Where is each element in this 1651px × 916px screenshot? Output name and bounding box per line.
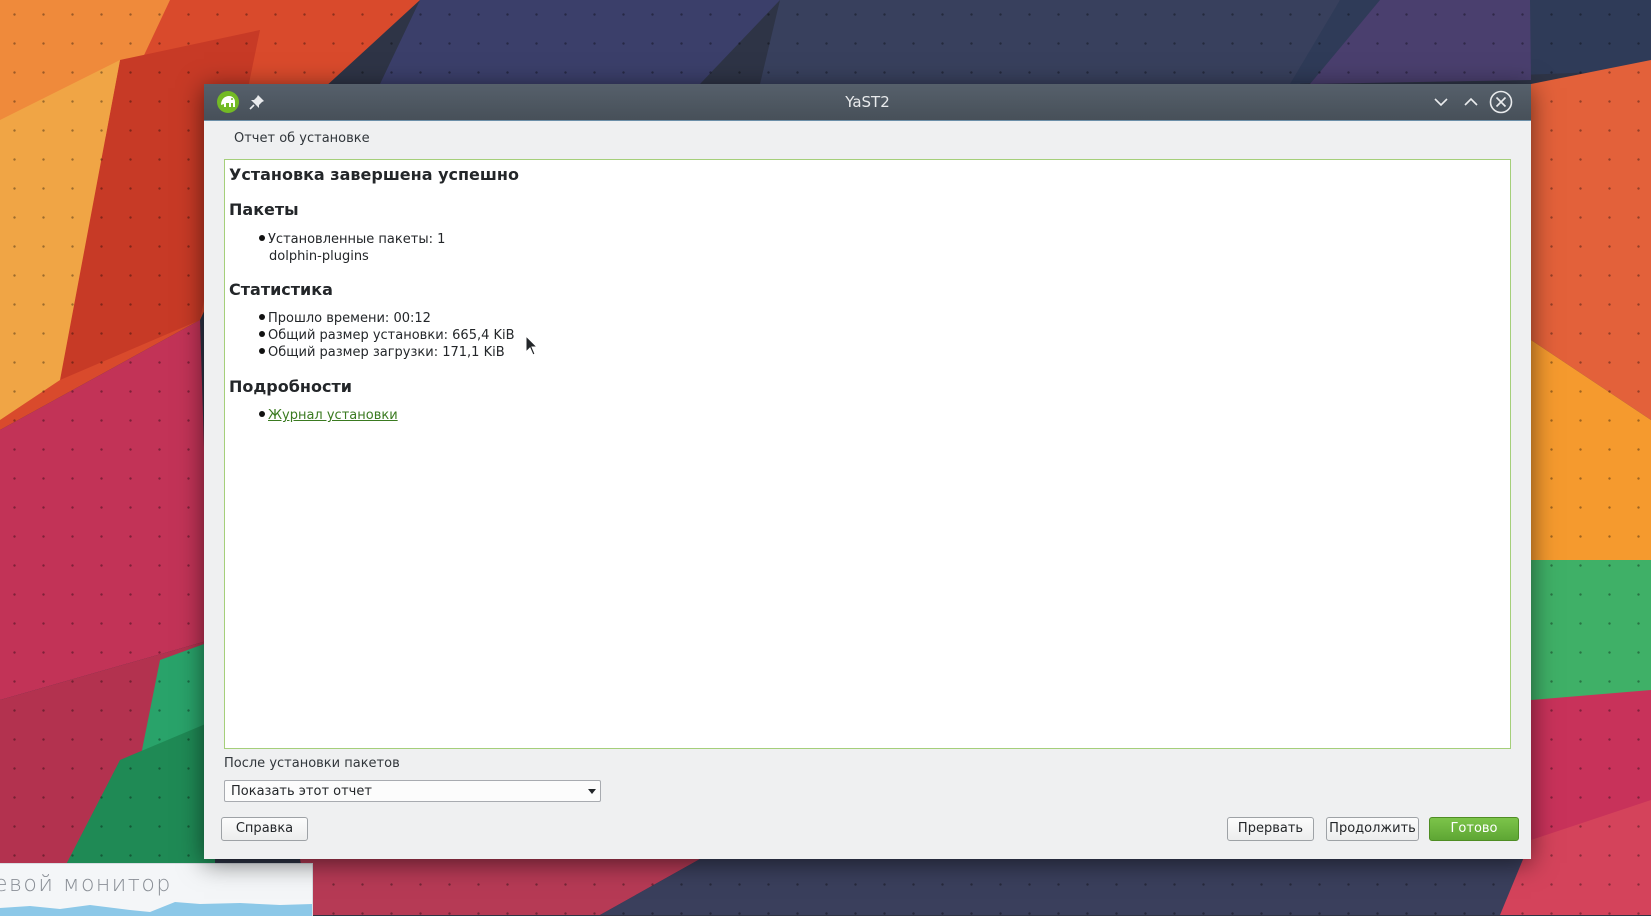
installation-report-panel[interactable]: Установка завершена успешно Пакеты Устан…: [224, 159, 1511, 749]
system-monitor-widget[interactable]: евой монитор: [0, 863, 313, 916]
after-install-label: После установки пакетов: [224, 756, 400, 771]
abort-button[interactable]: Прервать: [1227, 817, 1314, 841]
bullet-dot: [259, 348, 265, 354]
bullet-dot: [259, 235, 265, 241]
close-icon[interactable]: [1489, 90, 1513, 114]
window-title: YaST2: [845, 93, 890, 111]
bullet-dot: [259, 314, 265, 320]
page-title: Отчет об установке: [234, 131, 370, 146]
elapsed-time-item: Прошло времени: 00:12: [259, 310, 431, 328]
install-size-label: Общий размер установки: 665,4 KiB: [268, 328, 515, 343]
download-size-label: Общий размер загрузки: 171,1 KiB: [268, 345, 505, 360]
minimize-icon[interactable]: [1431, 92, 1451, 112]
installed-package-name: dolphin-plugins: [269, 249, 369, 264]
install-log-link[interactable]: Журнал установки: [268, 408, 398, 423]
help-button[interactable]: Справка: [221, 817, 308, 841]
finish-button[interactable]: Готово: [1429, 817, 1519, 841]
report-heading: Установка завершена успешно: [229, 165, 519, 184]
installed-packages-item: Установленные пакеты: 1: [259, 231, 445, 249]
bullet-dot: [259, 411, 265, 417]
dropdown-arrow-icon: [588, 789, 596, 794]
after-install-selected-value: Показать этот отчет: [231, 784, 372, 799]
installed-packages-label: Установленные пакеты: 1: [268, 232, 446, 247]
details-heading: Подробности: [229, 377, 352, 396]
network-graph: [0, 902, 312, 916]
install-log-item: Журнал установки: [259, 407, 398, 425]
statistics-heading: Статистика: [229, 280, 333, 299]
install-size-item: Общий размер установки: 665,4 KiB: [259, 327, 515, 345]
bullet-dot: [259, 331, 265, 337]
elapsed-time-label: Прошло времени: 00:12: [268, 311, 431, 326]
window-titlebar[interactable]: YaST2: [204, 84, 1531, 121]
continue-button[interactable]: Продолжить: [1326, 817, 1419, 841]
packages-heading: Пакеты: [229, 200, 299, 219]
after-install-select[interactable]: Показать этот отчет: [224, 780, 601, 802]
yast-window: YaST2 Отчет об установке Установка завер…: [204, 84, 1531, 859]
monitor-widget-title: евой монитор: [0, 872, 172, 897]
download-size-item: Общий размер загрузки: 171,1 KiB: [259, 344, 505, 362]
mouse-cursor-icon: [525, 335, 539, 356]
maximize-icon[interactable]: [1461, 92, 1481, 112]
